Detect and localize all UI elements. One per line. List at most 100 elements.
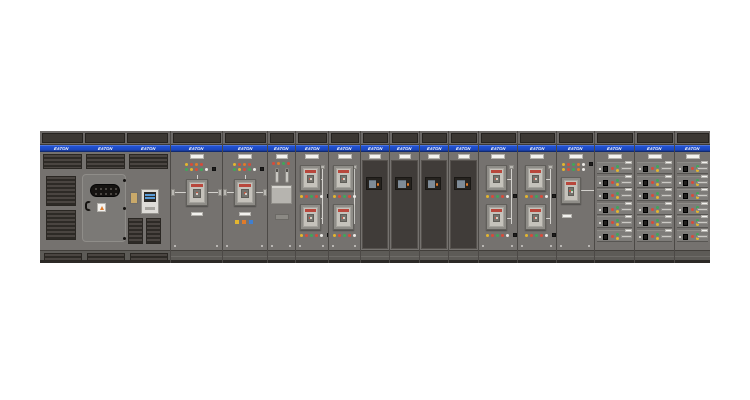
breaker-handle[interactable] — [603, 234, 608, 240]
plinth — [449, 250, 478, 263]
circuit-breaker[interactable] — [525, 204, 546, 230]
breaker-handle[interactable] — [603, 207, 608, 213]
door-handle-hook[interactable] — [85, 201, 92, 211]
breaker-charge-indicator — [496, 178, 498, 180]
selector-switch[interactable] — [130, 192, 138, 204]
circuit-breaker[interactable] — [333, 165, 354, 191]
lcd-screen[interactable] — [398, 180, 406, 188]
indicator-lamp-red — [691, 167, 694, 170]
mimic-connector — [171, 189, 175, 196]
racking-handle[interactable] — [697, 194, 708, 197]
unit-label — [625, 161, 632, 164]
section-door — [390, 152, 419, 250]
circuit-breaker[interactable] — [300, 204, 321, 230]
unit-label — [701, 229, 708, 232]
indicator-lamp-red — [651, 194, 654, 197]
breaker-handle[interactable] — [683, 220, 688, 226]
breaker-handle[interactable] — [643, 166, 648, 172]
camlock-stud — [110, 193, 112, 195]
circuit-breaker[interactable] — [234, 179, 256, 206]
camlock-stud — [110, 188, 112, 190]
feeder-unit — [637, 176, 672, 188]
unit-pilot-light — [679, 168, 681, 170]
racking-handle[interactable] — [661, 194, 672, 197]
breaker-handle[interactable] — [603, 220, 608, 226]
lcd-screen[interactable] — [428, 180, 435, 188]
switchgear-lineup: EATONEATONEATONEATONEATONEATONEATONEATON… — [40, 131, 710, 263]
circuit-breaker[interactable] — [486, 204, 507, 230]
feeder-unit — [597, 162, 632, 174]
breaker-handle[interactable] — [603, 166, 608, 172]
racking-handle[interactable] — [621, 221, 632, 224]
door-indicator-chip — [235, 220, 239, 224]
warning-label — [97, 203, 106, 212]
indicator-lamp-yellow — [562, 168, 565, 171]
breaker-handle[interactable] — [603, 180, 608, 186]
breaker-handle[interactable] — [643, 180, 648, 186]
indicator-lamp-green — [616, 233, 619, 236]
breaker-face — [303, 168, 318, 188]
circuit-breaker[interactable] — [300, 165, 321, 191]
circuit-breaker[interactable] — [186, 179, 208, 206]
circuit-breaker[interactable] — [333, 204, 354, 230]
racking-handle[interactable] — [621, 208, 632, 211]
breaker-handle[interactable] — [683, 166, 688, 172]
test-switch[interactable] — [212, 167, 216, 171]
feeder-unit — [677, 230, 708, 242]
indicator-lamp-red — [238, 163, 241, 166]
camlock-stud — [115, 188, 117, 190]
circuit-breaker[interactable] — [486, 165, 507, 191]
racking-handle[interactable] — [697, 181, 708, 184]
breaker-handle[interactable] — [643, 234, 648, 240]
status-led — [436, 183, 439, 186]
breaker-handle[interactable] — [683, 234, 688, 240]
brand-band: EATON — [518, 145, 556, 152]
breaker-handle[interactable] — [643, 220, 648, 226]
indicator-lamp-green — [656, 192, 659, 195]
indicator-lamp-red — [651, 181, 654, 184]
roof-vent — [597, 133, 633, 143]
plinth — [420, 250, 448, 263]
lcd-screen[interactable] — [369, 180, 376, 188]
racking-handle[interactable] — [697, 235, 708, 238]
drive-door — [421, 160, 447, 249]
breaker-handle[interactable] — [603, 193, 608, 199]
test-switch[interactable] — [589, 162, 593, 166]
lcd-screen[interactable] — [457, 180, 465, 188]
racking-handle[interactable] — [697, 167, 708, 170]
roof-strip — [635, 131, 674, 145]
test-switch[interactable] — [260, 167, 264, 171]
racking-handle[interactable] — [661, 181, 672, 184]
unit-pilot-light — [639, 236, 641, 238]
circuit-breaker[interactable] — [561, 177, 581, 204]
racking-handle[interactable] — [621, 194, 632, 197]
indicator-lamp-orange — [277, 162, 280, 165]
racking-handle[interactable] — [697, 208, 708, 211]
breaker-handle[interactable] — [683, 193, 688, 199]
breaker-handle[interactable] — [643, 207, 648, 213]
breaker-handle[interactable] — [683, 207, 688, 213]
racking-handle[interactable] — [621, 235, 632, 238]
indicator-lamp-yellow — [656, 223, 659, 226]
indicator-lamp-green — [656, 179, 659, 182]
racking-handle[interactable] — [697, 221, 708, 224]
breaker-rating-label — [566, 182, 576, 185]
racking-handle[interactable] — [661, 235, 672, 238]
racking-handle[interactable] — [661, 208, 672, 211]
circuit-breaker[interactable] — [525, 165, 546, 191]
racking-handle[interactable] — [621, 181, 632, 184]
racking-handle[interactable] — [621, 167, 632, 170]
indicator-lamp-red — [315, 234, 318, 237]
racking-handle[interactable] — [661, 221, 672, 224]
indicator-lamp-red — [287, 162, 290, 165]
roof-strip — [171, 131, 222, 145]
roof-vent — [42, 133, 83, 143]
power-meter[interactable] — [141, 189, 159, 214]
status-led — [466, 183, 469, 186]
meter-buttons[interactable] — [145, 207, 155, 210]
breaker-handle[interactable] — [643, 193, 648, 199]
breaker-face — [237, 182, 253, 203]
breaker-handle[interactable] — [683, 180, 688, 186]
indicator-lamp-yellow — [616, 183, 619, 186]
racking-handle[interactable] — [661, 167, 672, 170]
